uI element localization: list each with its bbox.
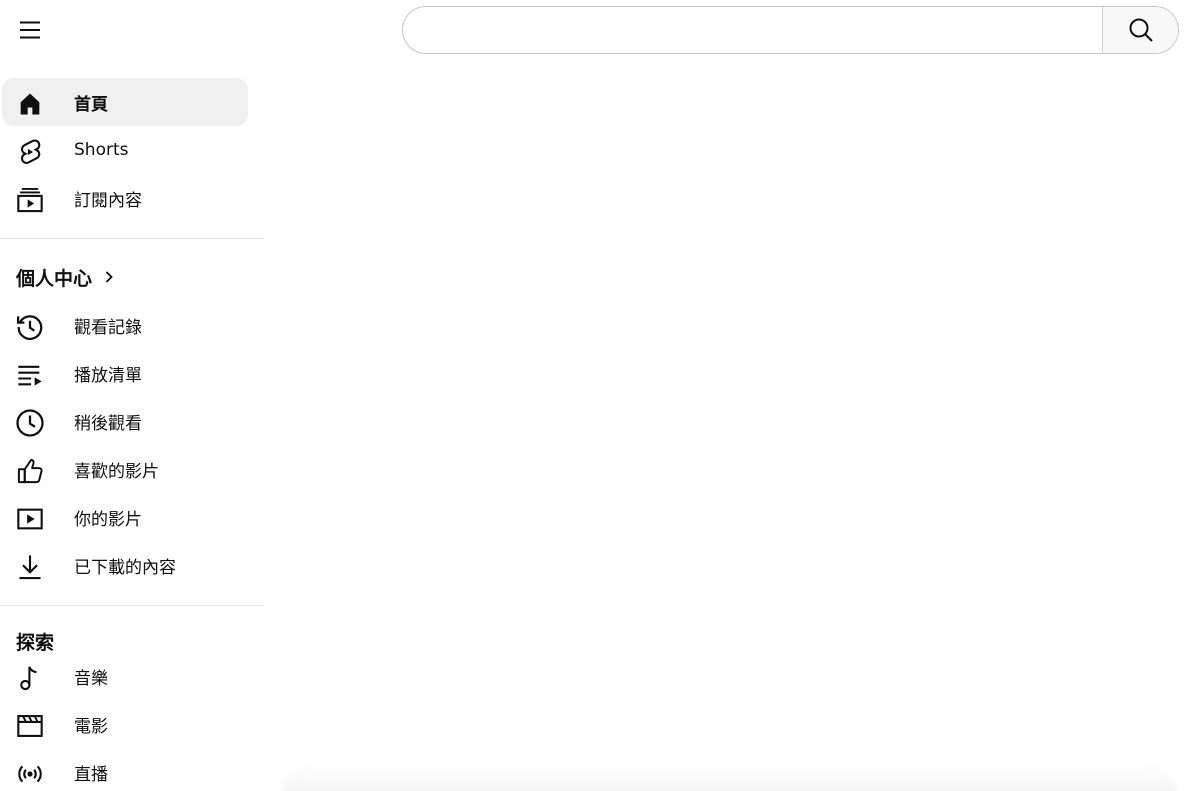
sidebar-item-subscriptions[interactable]: 訂閱內容 bbox=[2, 174, 248, 222]
playlist-icon bbox=[15, 360, 45, 390]
sidebar-item-live[interactable]: 直播 bbox=[2, 748, 248, 791]
search-button[interactable] bbox=[1102, 7, 1178, 53]
history-icon bbox=[15, 312, 45, 342]
sidebar-item-label: 電影 bbox=[74, 716, 108, 737]
sidebar-item-movies[interactable]: 電影 bbox=[2, 700, 248, 748]
home-icon bbox=[15, 89, 45, 119]
shorts-icon bbox=[15, 137, 45, 167]
sidebar-item-liked-videos[interactable]: 喜歡的影片 bbox=[2, 445, 248, 493]
sidebar-item-label: 首頁 bbox=[74, 94, 108, 115]
hamburger-menu-icon bbox=[20, 21, 40, 39]
subscriptions-icon bbox=[15, 185, 45, 215]
clapperboard-icon bbox=[15, 711, 45, 741]
sidebar-item-watch-later[interactable]: 稍後觀看 bbox=[2, 397, 248, 445]
live-broadcast-icon bbox=[15, 759, 45, 789]
sidebar-item-playlists[interactable]: 播放清單 bbox=[2, 349, 248, 397]
thumbs-up-icon bbox=[15, 456, 45, 486]
sidebar-item-downloads[interactable]: 已下載的內容 bbox=[2, 541, 248, 589]
sidebar-item-label: 直播 bbox=[74, 764, 108, 785]
sidebar-item-home[interactable]: 首頁 bbox=[2, 78, 248, 126]
section-title-label: 探索 bbox=[16, 631, 55, 654]
sidebar-item-label: Shorts bbox=[74, 140, 129, 160]
search-input[interactable] bbox=[403, 7, 1102, 53]
section-title-you[interactable]: 個人中心 bbox=[0, 253, 264, 301]
sidebar-item-label: 你的影片 bbox=[74, 509, 142, 530]
sidebar-item-label: 喜歡的影片 bbox=[74, 461, 159, 482]
sidebar-divider bbox=[0, 605, 264, 606]
sidebar-divider bbox=[0, 238, 264, 239]
content-shadow bbox=[280, 762, 1180, 791]
sidebar-item-label: 觀看記錄 bbox=[74, 317, 142, 338]
download-icon bbox=[15, 552, 45, 582]
app-window: 首頁 Shorts 訂閱內容 個人中心 觀看記錄 播放清單 稍後觀看 喜歡的影片… bbox=[0, 0, 1200, 791]
music-note-icon bbox=[15, 663, 45, 693]
sidebar: 首頁 Shorts 訂閱內容 個人中心 觀看記錄 播放清單 稍後觀看 喜歡的影片… bbox=[0, 78, 264, 791]
sidebar-item-shorts[interactable]: Shorts bbox=[2, 126, 248, 174]
sidebar-item-label: 音樂 bbox=[74, 668, 108, 689]
clock-icon bbox=[15, 408, 45, 438]
search-icon bbox=[1129, 18, 1153, 42]
sidebar-item-label: 播放清單 bbox=[74, 365, 142, 386]
search-box bbox=[402, 6, 1179, 54]
guide-menu-button[interactable] bbox=[8, 8, 52, 52]
sidebar-item-history[interactable]: 觀看記錄 bbox=[2, 301, 248, 349]
sidebar-item-label: 稍後觀看 bbox=[74, 413, 142, 434]
chevron-right-icon bbox=[102, 270, 116, 284]
sidebar-item-your-videos[interactable]: 你的影片 bbox=[2, 493, 248, 541]
your-videos-icon bbox=[15, 504, 45, 534]
section-title-label: 個人中心 bbox=[16, 267, 93, 290]
sidebar-item-music[interactable]: 音樂 bbox=[2, 652, 248, 700]
sidebar-item-label: 已下載的內容 bbox=[74, 557, 176, 578]
sidebar-item-label: 訂閱內容 bbox=[74, 190, 142, 211]
